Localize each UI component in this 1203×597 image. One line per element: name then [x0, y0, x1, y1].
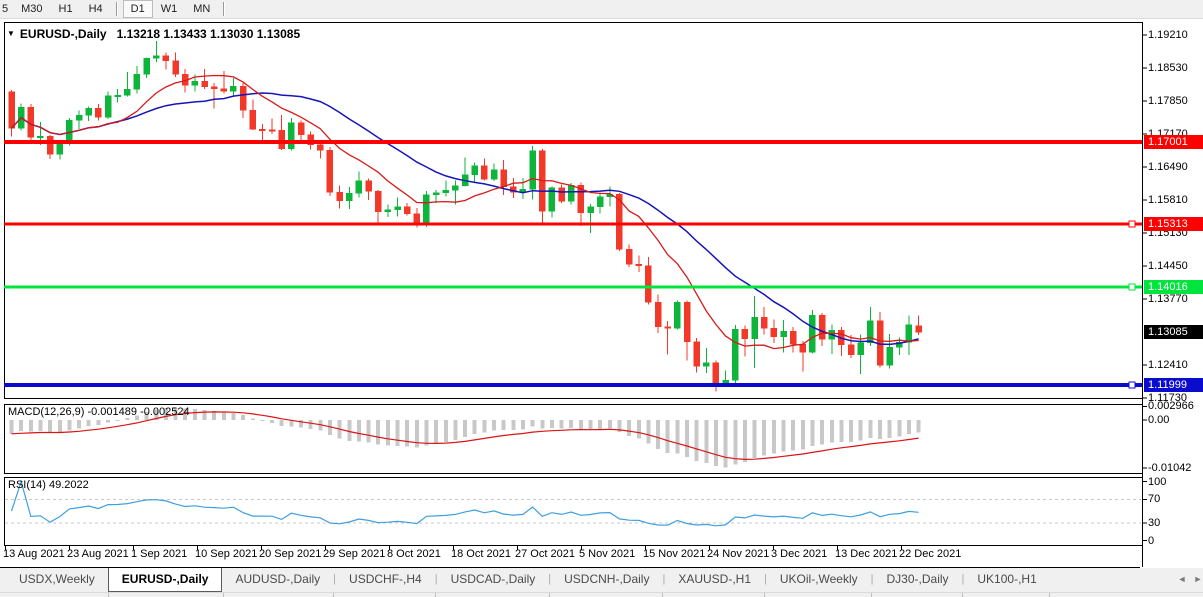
ma-slow-line	[10, 92, 919, 346]
date-axis-label: 13 Dec 2021	[835, 548, 898, 560]
strip-tick	[1049, 593, 1050, 597]
chart-tab-usdx-weekly[interactable]: USDX,Weekly	[6, 568, 108, 592]
chart-tab-usdcad-daily[interactable]: USDCAD-,Daily	[438, 568, 549, 592]
strip-tick	[435, 593, 436, 597]
timeframe-button-m30[interactable]: M30	[13, 0, 50, 18]
timeframe-button-h4[interactable]: H4	[81, 0, 111, 18]
price-axis-tick-label: 1.14450	[1148, 259, 1188, 272]
chart-tab-eurusd-daily[interactable]: EURUSD-,Daily	[107, 568, 223, 592]
strip-tick	[223, 593, 224, 597]
price-axis-tick-label: 1.15810	[1148, 193, 1188, 206]
chart-title: ▼ EURUSD-,Daily 1.13218 1.13433 1.13030 1.…	[7, 27, 300, 41]
price-axis-tick-label: 1.17850	[1148, 94, 1188, 107]
candlestick-series	[8, 40, 922, 392]
hline-1.14016[interactable]	[4, 283, 1142, 291]
tab-scroll-left-icon[interactable]: ◄	[1176, 573, 1188, 585]
axis-ticks	[5, 34, 1147, 550]
price-axis-tick-label: 1.16490	[1148, 160, 1188, 173]
hline-1.11999[interactable]	[4, 381, 1142, 389]
macd-axis-label: -0.01042	[1148, 461, 1192, 474]
timeframe-button-h1[interactable]: H1	[51, 0, 81, 18]
date-axis-label: 24 Nov 2021	[707, 548, 770, 560]
chart-tab-audusd-daily[interactable]: AUDUSD-,Daily	[222, 568, 333, 592]
strip-tick	[549, 593, 550, 597]
current-price-label: 1.13085	[1144, 325, 1203, 340]
price-axis-tick-label: 1.12410	[1148, 358, 1188, 371]
date-axis-label: 1 Sep 2021	[131, 548, 188, 560]
chart-tab-usdcnh-daily[interactable]: USDCNH-,Daily	[551, 568, 662, 592]
rsi-axis-label: 100	[1148, 475, 1167, 488]
chevron-down-icon[interactable]: ▼	[7, 29, 15, 38]
hline-1.15313[interactable]	[4, 220, 1142, 228]
date-axis-label: 29 Sep 2021	[323, 548, 386, 560]
chart-tab-usdchf-h4[interactable]: USDCHF-,H4	[336, 568, 435, 592]
date-axis-label: 23 Aug 2021	[67, 548, 129, 560]
hline-price-label-1.15313: 1.15313	[1144, 217, 1203, 232]
strip-tick	[871, 593, 872, 597]
chart-tab-xauusd-h1[interactable]: XAUUSD-,H1	[665, 568, 764, 592]
rsi-axis-label: 70	[1148, 493, 1161, 506]
price-axis-tick-label: 1.13770	[1148, 292, 1188, 305]
timeframe-button-mn[interactable]: MN	[185, 0, 218, 18]
strip-tick	[662, 593, 663, 597]
date-axis-label: 27 Oct 2021	[515, 548, 575, 560]
date-axis-label: 20 Sep 2021	[259, 548, 322, 560]
chart-tab-bar: USDX,Weekly EURUSD-,Daily AUDUSD-,Daily | US…	[0, 568, 1203, 592]
timeframe-button-w1[interactable]: W1	[153, 0, 186, 18]
hline-price-label-1.14016: 1.14016	[1144, 280, 1203, 295]
chart-tab-dj30-daily[interactable]: DJ30-,Daily	[874, 568, 962, 592]
date-axis-label: 5 Nov 2021	[579, 548, 636, 560]
mt4-window: 5 M30 H1 H4 D1 W1 MN ▼ EURUSD-,Daily 1.13218 1.1…	[0, 0, 1203, 597]
strip-tick	[764, 593, 765, 597]
hline-price-label-1.11999: 1.11999	[1144, 377, 1203, 392]
rsi-indicator-label: RSI(14) 49.2022	[8, 479, 89, 491]
rsi-axis-label: 0	[1148, 534, 1155, 547]
timeframe-button-5[interactable]: 5	[0, 0, 13, 18]
toolbar-separator	[223, 2, 226, 16]
rsi-line	[10, 479, 919, 527]
date-axis-label: 22 Dec 2021	[899, 548, 962, 560]
strip-tick	[108, 593, 109, 597]
date-axis-label: 10 Sep 2021	[195, 548, 258, 560]
chart-tab-uk100-h1[interactable]: UK100-,H1	[964, 568, 1049, 592]
chart-ohlc-values: 1.13218 1.13433 1.13030 1.13085	[116, 27, 301, 41]
chart-window[interactable]: ▼ EURUSD-,Daily 1.13218 1.13433 1.13030 1.…	[0, 19, 1203, 568]
timeframe-button-d1[interactable]: D1	[122, 0, 153, 18]
date-axis-label: 15 Nov 2021	[643, 548, 706, 560]
strip-tick	[333, 593, 334, 597]
date-axis-label: 3 Dec 2021	[771, 548, 828, 560]
toolbar-separator	[115, 2, 118, 16]
macd-axis-label: 0.00	[1148, 414, 1170, 426]
date-axis-label: 8 Oct 2021	[387, 548, 441, 560]
chart-symbol-label: EURUSD-,Daily	[19, 27, 107, 41]
macd-indicator-label: MACD(12,26,9) -0.001489 -0.002524	[8, 406, 190, 418]
tab-scroll-right-icon[interactable]: ►	[1192, 573, 1203, 585]
price-axis-tick-label: 1.19210	[1148, 28, 1188, 41]
macd-axis-label: 0.002966	[1148, 400, 1194, 413]
hline-price-label-1.17001: 1.17001	[1144, 135, 1203, 150]
chart-tab-ukoil-weekly[interactable]: UKOil-,Weekly	[767, 568, 871, 592]
strip-tick	[962, 593, 963, 597]
tab-bar-bottom-strip	[0, 592, 1203, 597]
timeframe-toolbar: 5 M30 H1 H4 D1 W1 MN	[0, 0, 1203, 19]
date-axis-label: 18 Oct 2021	[451, 548, 511, 560]
date-axis-label: 13 Aug 2021	[3, 548, 65, 560]
price-axis-tick-label: 1.18530	[1148, 61, 1188, 74]
rsi-axis-label: 30	[1148, 516, 1161, 529]
ma-fast-line	[11, 74, 919, 350]
candlestick-chart[interactable]	[0, 19, 1203, 568]
